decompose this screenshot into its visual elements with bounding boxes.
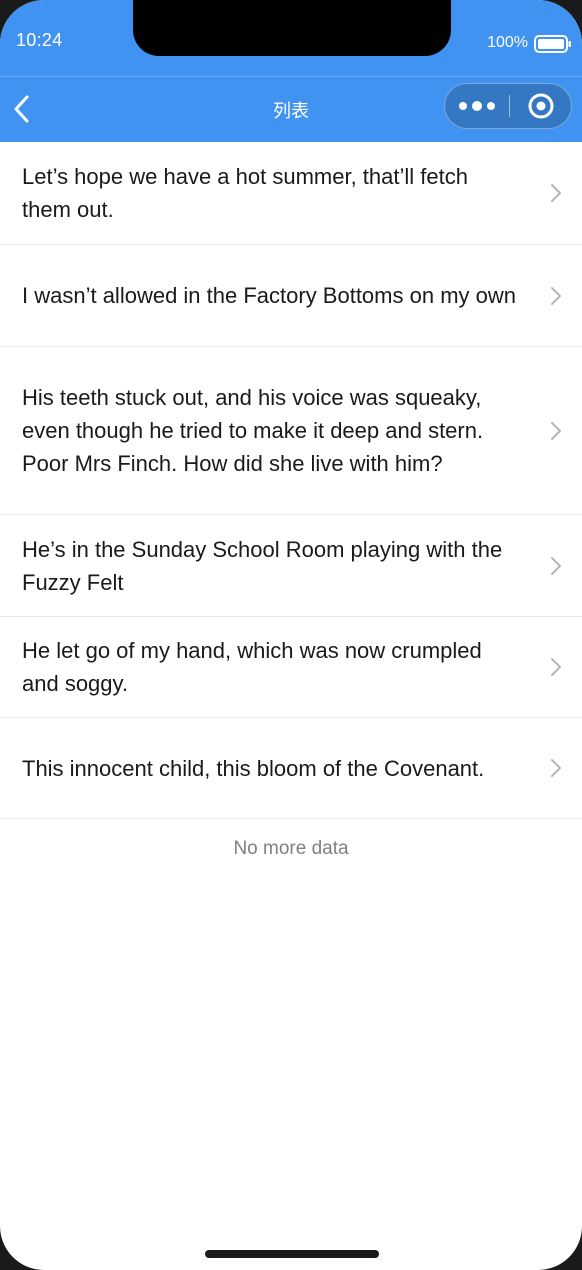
chevron-right-icon xyxy=(551,759,561,777)
app-header: 10:24 100% 列表 xyxy=(0,0,582,142)
list-item-text: This innocent child, this bloom of the C… xyxy=(22,755,485,781)
chevron-right-icon xyxy=(551,286,561,305)
list-item[interactable]: I wasn’t allowed in the Factory Bottoms … xyxy=(0,245,582,347)
list-item-text: His teeth stuck out, and his voice was s… xyxy=(22,385,484,476)
sentence-list: Let’s hope we have a hot summer, that’ll… xyxy=(0,142,582,819)
list-item-text: Let’s hope we have a hot summer, that’ll… xyxy=(22,164,468,222)
status-bar: 10:24 100% xyxy=(0,0,582,76)
chevron-right-icon xyxy=(551,421,561,440)
more-dots-icon xyxy=(459,101,495,111)
nav-bar: 列表 xyxy=(0,77,582,142)
list-item-text: He let go of my hand, which was now crum… xyxy=(22,638,482,696)
mini-program-capsule xyxy=(444,83,572,129)
home-indicator xyxy=(205,1250,379,1258)
chevron-right-icon xyxy=(551,556,561,575)
more-button[interactable] xyxy=(445,84,509,128)
list-item[interactable]: Let’s hope we have a hot summer, that’ll… xyxy=(0,142,582,245)
list-item-text: I wasn’t allowed in the Factory Bottoms … xyxy=(22,283,516,308)
list-item-text: He’s in the Sunday School Room playing w… xyxy=(22,536,503,595)
no-more-data-label: No more data xyxy=(233,838,349,859)
list-item[interactable]: This innocent child, this bloom of the C… xyxy=(0,718,582,819)
chevron-right-icon xyxy=(551,184,561,202)
close-mini-program-button[interactable] xyxy=(510,84,572,128)
chevron-right-icon xyxy=(551,658,561,676)
target-circle-icon xyxy=(528,93,554,119)
status-time: 10:24 xyxy=(16,30,63,50)
list-item[interactable]: He’s in the Sunday School Room playing w… xyxy=(0,515,582,617)
battery-percent: 100% xyxy=(487,34,528,51)
phone-screen: 10:24 100% 列表 Let’s hope we have a hot s… xyxy=(0,0,582,1270)
list-item[interactable]: He let go of my hand, which was now crum… xyxy=(0,617,582,718)
battery-icon xyxy=(534,35,571,53)
device-notch xyxy=(133,0,451,56)
list-item[interactable]: His teeth stuck out, and his voice was s… xyxy=(0,347,582,515)
